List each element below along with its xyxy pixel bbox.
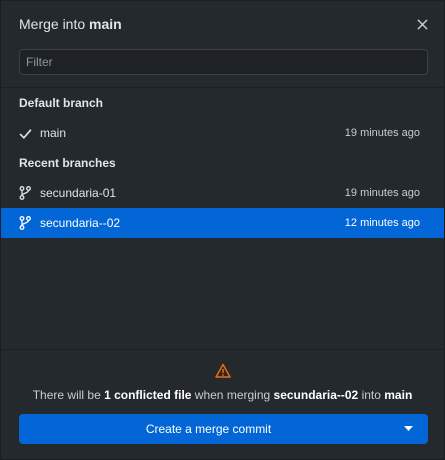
- branch-icon: [19, 215, 35, 231]
- filter-wrap: [1, 47, 444, 75]
- recent-branches-heading: Recent branches: [19, 156, 116, 170]
- branch-item-main[interactable]: main 19 minutes ago: [1, 118, 444, 148]
- filter-input[interactable]: [19, 49, 428, 75]
- create-merge-commit-button[interactable]: Create a merge commit: [19, 414, 428, 444]
- branch-list: Default branch main 19 minutes ago Recen…: [1, 87, 444, 349]
- source-branch: secundaria--02: [273, 388, 359, 402]
- merge-options-dropdown[interactable]: [388, 414, 428, 444]
- merge-status-message: There will be 1 conflicted file when mer…: [1, 388, 444, 402]
- title-prefix: Merge into: [19, 16, 86, 32]
- dialog-header: Merge into main: [1, 1, 444, 47]
- title-branch: main: [89, 16, 122, 32]
- branch-name: secundaria-01: [40, 186, 117, 200]
- dialog-title: Merge into main: [19, 16, 122, 32]
- conflict-count: 1 conflicted file: [104, 388, 192, 402]
- branch-item-secundaria-01[interactable]: secundaria-01 19 minutes ago: [1, 178, 444, 208]
- msg-text: There will be: [32, 388, 101, 402]
- branch-time: 19 minutes ago: [344, 127, 420, 139]
- merge-dialog: Merge into main Default branch main 19 m…: [0, 0, 445, 460]
- branch-item-secundaria-02[interactable]: secundaria--02 12 minutes ago: [1, 208, 444, 238]
- branch-time: 12 minutes ago: [344, 217, 420, 229]
- target-branch: main: [384, 388, 413, 402]
- dialog-footer: There will be 1 conflicted file when mer…: [1, 349, 444, 459]
- branch-icon: [19, 185, 35, 201]
- warning-icon-wrap: [1, 363, 444, 379]
- warning-icon: [214, 363, 231, 378]
- branch-name: main: [40, 126, 67, 140]
- branch-name: secundaria--02: [40, 216, 121, 230]
- merge-button-label: Create a merge commit: [145, 422, 272, 436]
- msg-text: into: [361, 388, 381, 402]
- close-icon: [416, 18, 428, 30]
- check-icon: [19, 125, 35, 141]
- branch-time: 19 minutes ago: [344, 187, 420, 199]
- close-button[interactable]: [412, 14, 432, 34]
- msg-text: when merging: [194, 388, 271, 402]
- default-branch-heading: Default branch: [19, 96, 104, 110]
- caret-down-icon: [403, 426, 413, 431]
